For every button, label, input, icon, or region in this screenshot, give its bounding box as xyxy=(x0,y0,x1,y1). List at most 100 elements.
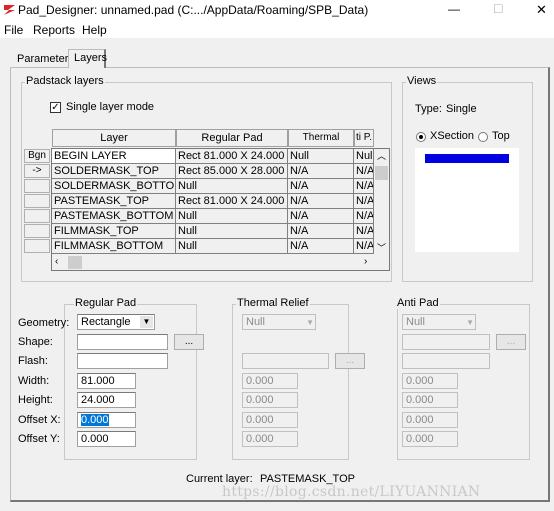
cell-thermal-relief[interactable]: N/A xyxy=(288,224,354,239)
cell-thermal-relief[interactable]: N/A xyxy=(288,239,354,254)
type-value: Single xyxy=(446,103,477,115)
thermal-offset-x-input[interactable]: 0.000 xyxy=(242,412,298,428)
row-header-button[interactable] xyxy=(24,209,50,223)
horizontal-scrollbar[interactable]: ‹ › xyxy=(52,255,374,270)
regular-geometry-select[interactable]: Rectangle ▼ xyxy=(77,314,155,330)
cell-regular-pad[interactable]: Null xyxy=(176,179,288,194)
anti-shape-input[interactable] xyxy=(402,334,490,350)
single-layer-label: Single layer mode xyxy=(66,101,155,113)
tab-layers-label: Layers xyxy=(74,52,108,64)
col-header-layer[interactable]: Layer xyxy=(52,129,176,147)
flash-label: Flash: xyxy=(18,355,48,367)
anti-width-input[interactable]: 0.000 xyxy=(402,373,458,389)
anti-geometry-select[interactable]: Null ▼ xyxy=(402,314,476,330)
row-header-button[interactable] xyxy=(24,239,50,253)
regular-shape-input[interactable] xyxy=(77,334,168,350)
cell-layer[interactable]: PASTEMASK_TOP xyxy=(52,194,176,209)
cell-layer[interactable]: SOLDERMASK_BOTTOM xyxy=(52,179,176,194)
scroll-right-icon[interactable]: › xyxy=(364,256,367,267)
cell-thermal-relief[interactable]: N/A xyxy=(288,164,354,179)
regular-geometry-value: Rectangle xyxy=(81,316,131,328)
row-header-button[interactable] xyxy=(24,224,50,238)
radio-xsection[interactable] xyxy=(416,132,426,142)
thermal-geometry-select[interactable]: Null ▼ xyxy=(242,314,316,330)
menu-help[interactable]: Help xyxy=(82,23,107,37)
regular-flash-input[interactable] xyxy=(77,353,168,369)
scroll-left-icon[interactable]: ‹ xyxy=(55,256,58,267)
cell-thermal-relief[interactable]: N/A xyxy=(288,179,354,194)
vertical-scrollbar[interactable]: ︿ ﹀ xyxy=(374,149,389,254)
cell-anti-pad[interactable]: N/A xyxy=(354,239,374,254)
title-bar: Pad_Designer: unnamed.pad (C:.../AppData… xyxy=(0,0,554,20)
width-label: Width: xyxy=(18,375,50,387)
cell-thermal-relief[interactable]: N/A xyxy=(288,209,354,224)
row-header-button[interactable]: -> xyxy=(24,164,50,178)
thermal-flash-browse-button[interactable]: ... xyxy=(335,353,365,369)
cell-anti-pad[interactable]: N/A xyxy=(354,224,374,239)
cell-layer[interactable]: BEGIN LAYER xyxy=(52,149,176,164)
regular-width-input[interactable]: 81.000 xyxy=(77,373,136,389)
minimize-button[interactable]: — xyxy=(448,2,460,16)
cell-layer[interactable]: SOLDERMASK_TOP xyxy=(52,164,176,179)
close-button[interactable]: ✕ xyxy=(536,2,547,18)
chevron-down-icon: ▼ xyxy=(306,318,314,327)
cell-thermal-relief[interactable]: N/A xyxy=(288,194,354,209)
col-header-thermal-relief[interactable]: Thermal Relief xyxy=(288,129,354,159)
cell-regular-pad[interactable]: Rect 81.000 X 24.000 xyxy=(176,194,288,209)
anti-flash-input[interactable] xyxy=(402,353,490,369)
cell-layer[interactable]: PASTEMASK_BOTTOM xyxy=(52,209,176,224)
cell-anti-pad[interactable]: N/A xyxy=(354,209,374,224)
anti-height-input[interactable]: 0.000 xyxy=(402,392,458,408)
regular-offset-x-value: 0.000 xyxy=(81,414,109,426)
row-header-button[interactable]: Bgn xyxy=(24,149,50,163)
xsection-view xyxy=(415,148,519,252)
menu-file[interactable]: File xyxy=(4,23,23,37)
cell-thermal-relief[interactable]: Null xyxy=(288,149,354,164)
cell-regular-pad[interactable]: Null xyxy=(176,224,288,239)
height-label: Height: xyxy=(18,394,53,406)
row-header-button[interactable] xyxy=(24,194,50,208)
chevron-down-icon[interactable]: ▼ xyxy=(140,316,153,328)
regular-offset-x-input[interactable]: 0.000 xyxy=(77,412,136,428)
cell-regular-pad[interactable]: Rect 85.000 X 28.000 xyxy=(176,164,288,179)
padstack-layers-label: Padstack layers xyxy=(25,75,105,87)
watermark: https://blog.csdn.net/LIYUANNIAN xyxy=(222,484,481,500)
thermal-width-input[interactable]: 0.000 xyxy=(242,373,298,389)
type-label: Type: xyxy=(415,103,442,115)
cell-regular-pad[interactable]: Null xyxy=(176,239,288,254)
anti-pad-label: Anti Pad xyxy=(396,297,440,309)
tab-layers[interactable]: Layers xyxy=(68,49,108,68)
tab-parameters[interactable]: Parameters xyxy=(17,53,74,65)
window-title: Pad_Designer: unnamed.pad (C:.../AppData… xyxy=(18,3,369,17)
regular-offset-y-input[interactable]: 0.000 xyxy=(77,431,136,447)
thermal-flash-input[interactable] xyxy=(242,353,329,369)
cell-anti-pad[interactable]: N/A xyxy=(354,194,374,209)
regular-shape-browse-button[interactable]: ... xyxy=(174,334,204,350)
anti-offset-y-input[interactable]: 0.000 xyxy=(402,431,458,447)
radio-top[interactable] xyxy=(478,132,488,142)
anti-shape-browse-button[interactable]: ... xyxy=(496,334,526,350)
scroll-up-icon[interactable]: ︿ xyxy=(377,149,386,162)
anti-offset-x-input[interactable]: 0.000 xyxy=(402,412,458,428)
col-header-regular-pad[interactable]: Regular Pad xyxy=(176,129,288,147)
thermal-relief-label: Thermal Relief xyxy=(236,297,310,309)
cell-anti-pad[interactable]: N/A xyxy=(354,164,374,179)
shape-label: Shape: xyxy=(18,336,53,348)
cell-anti-pad[interactable]: Null xyxy=(354,149,374,164)
menu-reports[interactable]: Reports xyxy=(33,23,75,37)
vertical-scroll-thumb[interactable] xyxy=(375,166,388,180)
scroll-down-icon[interactable]: ﹀ xyxy=(377,241,386,254)
row-header-button[interactable] xyxy=(24,179,50,193)
cell-anti-pad[interactable]: N/A xyxy=(354,179,374,194)
thermal-height-input[interactable]: 0.000 xyxy=(242,392,298,408)
single-layer-checkbox[interactable]: ✓ xyxy=(50,102,61,113)
cell-layer[interactable]: FILMMASK_BOTTOM xyxy=(52,239,176,254)
cell-layer[interactable]: FILMMASK_TOP xyxy=(52,224,176,239)
cell-regular-pad[interactable]: Null xyxy=(176,209,288,224)
maximize-button[interactable]: □ xyxy=(494,0,502,16)
thermal-offset-y-input[interactable]: 0.000 xyxy=(242,431,298,447)
horizontal-scroll-thumb[interactable] xyxy=(68,256,82,269)
col-header-anti-pad[interactable]: ti P. xyxy=(354,129,374,147)
regular-height-input[interactable]: 24.000 xyxy=(77,392,136,408)
cell-regular-pad[interactable]: Rect 81.000 X 24.000 xyxy=(176,149,288,164)
